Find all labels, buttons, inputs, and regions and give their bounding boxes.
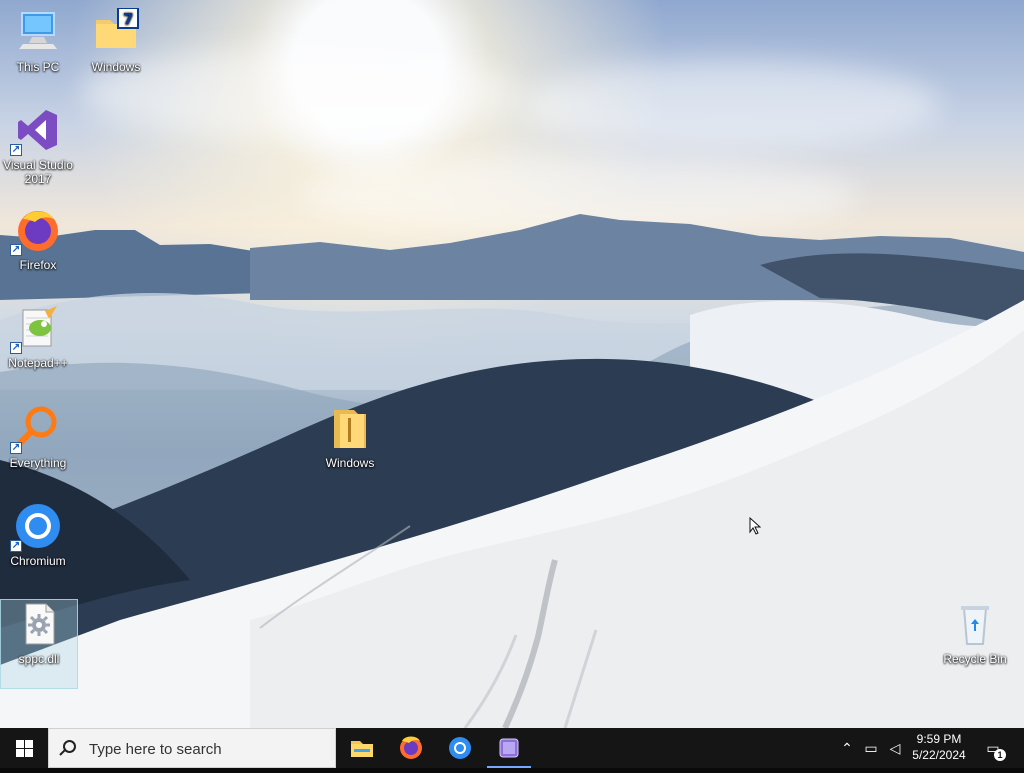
file-explorer-icon (351, 741, 373, 757)
taskbar-file-explorer-button[interactable] (338, 728, 386, 768)
computer-icon (14, 8, 62, 56)
chromium-icon: ↗ (10, 502, 62, 552)
taskbar-search-box[interactable]: Type here to search (48, 728, 336, 768)
taskbar-firefox-button[interactable] (387, 728, 435, 768)
chromium-icon (449, 737, 471, 759)
desktop-icon-windows-folder-middle[interactable]: Windows (312, 404, 388, 492)
folder-icon: 7 (92, 7, 140, 56)
desktop-icon-label: Visual Studio 2017 (3, 158, 73, 186)
svg-text:7: 7 (123, 10, 133, 28)
desktop-icon-label: Chromium (10, 554, 66, 568)
shortcut-arrow-icon: ↗ (10, 244, 22, 256)
taskbar-clock[interactable]: 9:59 PM 5/22/2024 (901, 731, 977, 763)
desktop-icon-everything[interactable]: ↗ Everything (0, 404, 76, 492)
desktop-icon-notepad-plus-plus[interactable]: ↗ Notepad++ (0, 304, 76, 392)
mouse-cursor-icon (749, 517, 761, 535)
desktop-icon-visual-studio[interactable]: ↗ Visual Studio 2017 (0, 106, 76, 194)
search-placeholder: Type here to search (89, 741, 222, 758)
network-icon[interactable]: ▭ (862, 739, 880, 757)
shortcut-arrow-icon: ↗ (10, 144, 22, 156)
desktop-icon-label: sppc.dll (18, 652, 60, 666)
desktop-icon-label: Everything (9, 456, 67, 470)
start-button[interactable] (0, 728, 48, 768)
desktop-icon-label: Recycle Bin (943, 652, 1007, 666)
recycle-bin-icon (951, 600, 999, 648)
notification-center-button[interactable]: ▭ 1 (984, 739, 1006, 761)
firefox-icon (400, 736, 422, 759)
desktop-background: This PC 7 Windows ↗ Visual Studio 2017 ↗… (0, 0, 1024, 728)
taskbar: Type here to search ⌃ ▭ ◁ 9:59 PM 5/22/2… (0, 728, 1024, 768)
taskbar-visual-studio-button[interactable] (485, 728, 533, 768)
search-icon (63, 740, 76, 753)
everything-search-icon: ↗ (10, 404, 62, 454)
shortcut-arrow-icon: ↗ (10, 442, 22, 454)
folder-icon (326, 404, 374, 452)
clock-date: 5/22/2024 (912, 748, 966, 762)
desktop-icon-this-pc[interactable]: This PC (0, 8, 76, 96)
desktop-icon-label: Notepad++ (8, 356, 68, 370)
desktop-icon-chromium[interactable]: ↗ Chromium (0, 502, 76, 590)
desktop-icon-label: Windows (325, 456, 375, 470)
desktop-icon-recycle-bin[interactable]: Recycle Bin (937, 600, 1013, 688)
mountain-landscape (0, 214, 1024, 728)
show-hidden-icons-chevron-icon[interactable]: ⌃ (838, 739, 856, 757)
desktop-icon-label: Windows (91, 60, 141, 74)
shortcut-arrow-icon: ↗ (10, 540, 22, 552)
desktop-icon-label: This PC (16, 60, 60, 74)
windows-logo-icon (16, 740, 33, 757)
firefox-icon: ↗ (10, 206, 62, 256)
clock-time: 9:59 PM (916, 732, 962, 746)
desktop-icon-label: Firefox (19, 258, 57, 272)
taskbar-chromium-button[interactable] (436, 728, 484, 768)
desktop-icon-sppc-dll[interactable]: sppc.dll (0, 599, 78, 689)
desktop-icon-windows-folder-top[interactable]: 7 Windows (78, 7, 154, 96)
visual-studio-icon (499, 738, 519, 758)
dll-file-icon (15, 600, 63, 648)
visual-studio-icon: ↗ (10, 106, 62, 156)
desktop-icon-firefox[interactable]: ↗ Firefox (0, 206, 76, 294)
notepad-plus-plus-icon: ↗ (10, 304, 62, 354)
notification-count-badge: 1 (994, 749, 1006, 761)
shortcut-arrow-icon: ↗ (10, 342, 22, 354)
